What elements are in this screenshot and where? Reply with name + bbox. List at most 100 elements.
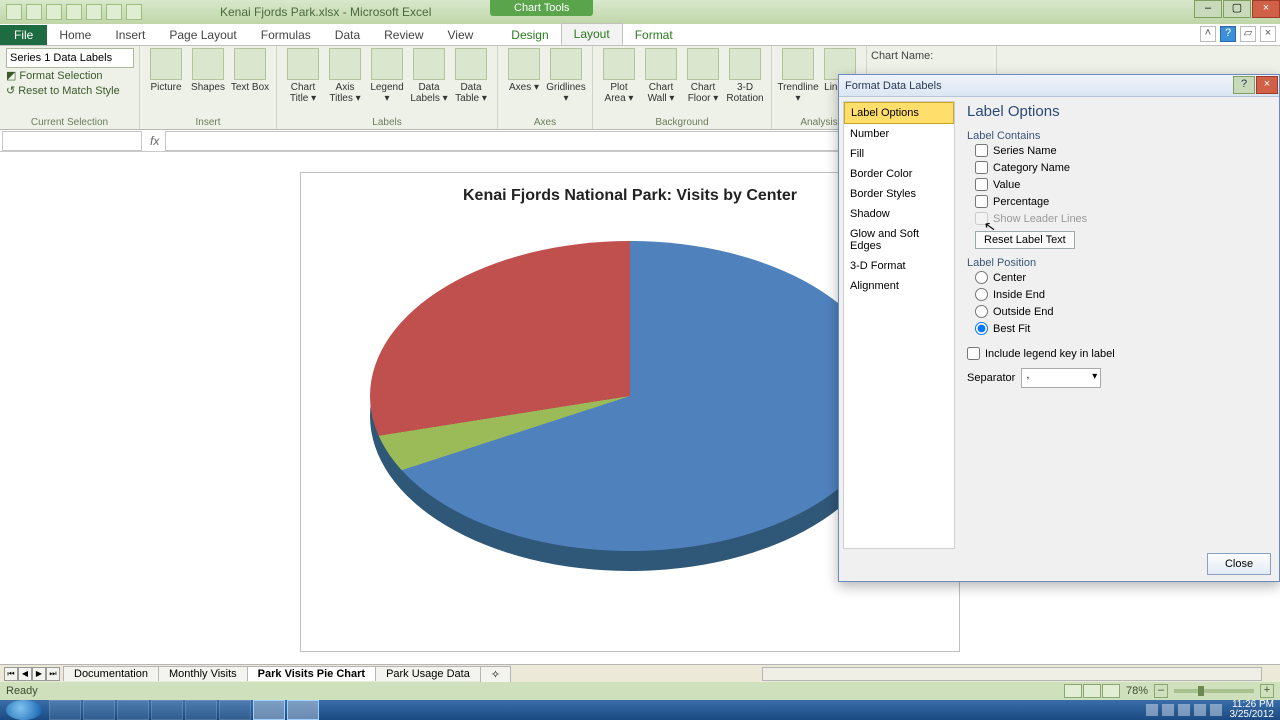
- tab-page-layout[interactable]: Page Layout: [157, 25, 248, 45]
- tab-layout[interactable]: Layout: [561, 23, 623, 45]
- picture-button[interactable]: Picture: [146, 48, 186, 93]
- task-camtasia-icon[interactable]: [287, 700, 319, 720]
- task-firefox-icon[interactable]: [83, 700, 115, 720]
- opt-category-name[interactable]: Category Name: [967, 159, 1271, 176]
- task-calc-icon[interactable]: [219, 700, 251, 720]
- new-sheet-button[interactable]: ✧: [480, 666, 511, 682]
- text-box-button[interactable]: Text Box: [230, 48, 270, 93]
- tray-flag-icon[interactable]: [1162, 704, 1174, 716]
- trendline-button[interactable]: Trendline ▾: [778, 48, 818, 104]
- zoom-out-button[interactable]: –: [1154, 684, 1168, 698]
- pos-outside-end[interactable]: Outside End: [967, 303, 1271, 320]
- horizontal-scrollbar[interactable]: [762, 667, 1262, 681]
- pos-best-fit[interactable]: Best Fit: [967, 320, 1271, 337]
- opt-leader-lines: Show Leader Lines: [967, 210, 1271, 227]
- sheet-tab-usage-data[interactable]: Park Usage Data: [375, 666, 481, 681]
- dialog-close-button[interactable]: Close: [1207, 553, 1271, 575]
- tab-insert[interactable]: Insert: [103, 25, 157, 45]
- data-labels-button[interactable]: Data Labels ▾: [409, 48, 449, 104]
- tab-format[interactable]: Format: [623, 25, 685, 45]
- chart-wall-button[interactable]: Chart Wall ▾: [641, 48, 681, 104]
- sheet-nav-last[interactable]: ⏭: [46, 667, 60, 681]
- tab-home[interactable]: Home: [47, 25, 103, 45]
- restore-workbook-icon[interactable]: ▱: [1240, 26, 1256, 42]
- tab-view[interactable]: View: [436, 25, 486, 45]
- tab-design[interactable]: Design: [499, 25, 560, 45]
- maximize-button[interactable]: ▢: [1223, 0, 1251, 18]
- dialog-titlebar[interactable]: Format Data Labels ? ×: [839, 75, 1279, 97]
- print-preview-icon[interactable]: [126, 4, 142, 20]
- axes-button[interactable]: Axes ▾: [504, 48, 544, 93]
- legend-button[interactable]: Legend ▾: [367, 48, 407, 104]
- start-button[interactable]: [6, 700, 42, 720]
- cat-3d-format[interactable]: 3-D Format: [844, 256, 954, 276]
- separator-select[interactable]: ,: [1021, 368, 1101, 388]
- tab-review[interactable]: Review: [372, 25, 435, 45]
- cat-label-options[interactable]: Label Options: [844, 102, 954, 124]
- task-chrome-icon[interactable]: [117, 700, 149, 720]
- zoom-in-button[interactable]: +: [1260, 684, 1274, 698]
- fx-icon[interactable]: fx: [144, 134, 165, 148]
- file-tab[interactable]: File: [0, 25, 47, 45]
- pos-inside-end[interactable]: Inside End: [967, 286, 1271, 303]
- task-ie-icon[interactable]: [151, 700, 183, 720]
- zoom-slider[interactable]: [1174, 689, 1254, 693]
- dialog-close-icon[interactable]: ×: [1256, 76, 1278, 94]
- cat-glow[interactable]: Glow and Soft Edges: [844, 224, 954, 256]
- plot-area-button[interactable]: Plot Area ▾: [599, 48, 639, 104]
- data-table-button[interactable]: Data Table ▾: [451, 48, 491, 104]
- cat-border-color[interactable]: Border Color: [844, 164, 954, 184]
- open-icon[interactable]: [86, 4, 102, 20]
- gridlines-button[interactable]: Gridlines ▾: [546, 48, 586, 104]
- cat-border-styles[interactable]: Border Styles: [844, 184, 954, 204]
- axis-titles-button[interactable]: Axis Titles ▾: [325, 48, 365, 104]
- cat-number[interactable]: Number: [844, 124, 954, 144]
- dialog-help-icon[interactable]: ?: [1233, 76, 1255, 94]
- tray-network-icon[interactable]: [1194, 704, 1206, 716]
- close-workbook-icon[interactable]: ×: [1260, 26, 1276, 42]
- task-media-icon[interactable]: [185, 700, 217, 720]
- cat-shadow[interactable]: Shadow: [844, 204, 954, 224]
- reset-style-button[interactable]: ↺Reset to Match Style: [6, 83, 133, 98]
- view-page-layout-icon[interactable]: [1083, 684, 1101, 698]
- sheet-tab-pie-chart[interactable]: Park Visits Pie Chart: [247, 666, 376, 681]
- sheet-tab-monthly-visits[interactable]: Monthly Visits: [158, 666, 248, 681]
- help-icon[interactable]: ?: [1220, 26, 1236, 42]
- reset-label-text-button[interactable]: Reset Label Text: [975, 231, 1075, 249]
- name-box[interactable]: [2, 131, 142, 151]
- cat-fill[interactable]: Fill: [844, 144, 954, 164]
- close-button[interactable]: ×: [1252, 0, 1280, 18]
- tab-formulas[interactable]: Formulas: [249, 25, 323, 45]
- task-excel-icon[interactable]: [253, 700, 285, 720]
- new-icon[interactable]: [106, 4, 122, 20]
- chart-floor-button[interactable]: Chart Floor ▾: [683, 48, 723, 104]
- shapes-button[interactable]: Shapes: [188, 48, 228, 93]
- pie-chart[interactable]: [370, 241, 890, 601]
- opt-percentage[interactable]: Percentage: [967, 193, 1271, 210]
- tab-data[interactable]: Data: [323, 25, 372, 45]
- opt-value[interactable]: Value: [967, 176, 1271, 193]
- opt-include-legend-key[interactable]: Include legend key in label: [967, 345, 1271, 362]
- redo-icon[interactable]: [66, 4, 82, 20]
- cat-alignment[interactable]: Alignment: [844, 276, 954, 296]
- chart-title-button[interactable]: Chart Title ▾: [283, 48, 323, 104]
- tray-power-icon[interactable]: [1178, 704, 1190, 716]
- undo-icon[interactable]: [46, 4, 62, 20]
- sheet-nav-first[interactable]: ⏮: [4, 667, 18, 681]
- opt-series-name[interactable]: Series Name: [967, 142, 1271, 159]
- sheet-nav-next[interactable]: ▶: [32, 667, 46, 681]
- view-normal-icon[interactable]: [1064, 684, 1082, 698]
- view-page-break-icon[interactable]: [1102, 684, 1120, 698]
- sheet-tab-documentation[interactable]: Documentation: [63, 666, 159, 681]
- chart-element-selector[interactable]: [6, 48, 134, 68]
- task-explorer-icon[interactable]: [49, 700, 81, 720]
- save-icon[interactable]: [26, 4, 42, 20]
- tray-volume-icon[interactable]: [1210, 704, 1222, 716]
- format-selection-button[interactable]: ◩Format Selection: [6, 68, 133, 83]
- minimize-ribbon-icon[interactable]: ˄: [1200, 26, 1216, 42]
- 3d-rotation-button[interactable]: 3-D Rotation: [725, 48, 765, 104]
- minimize-button[interactable]: –: [1194, 0, 1222, 18]
- pos-center[interactable]: Center: [967, 269, 1271, 286]
- sheet-nav-prev[interactable]: ◀: [18, 667, 32, 681]
- tray-up-icon[interactable]: [1146, 704, 1158, 716]
